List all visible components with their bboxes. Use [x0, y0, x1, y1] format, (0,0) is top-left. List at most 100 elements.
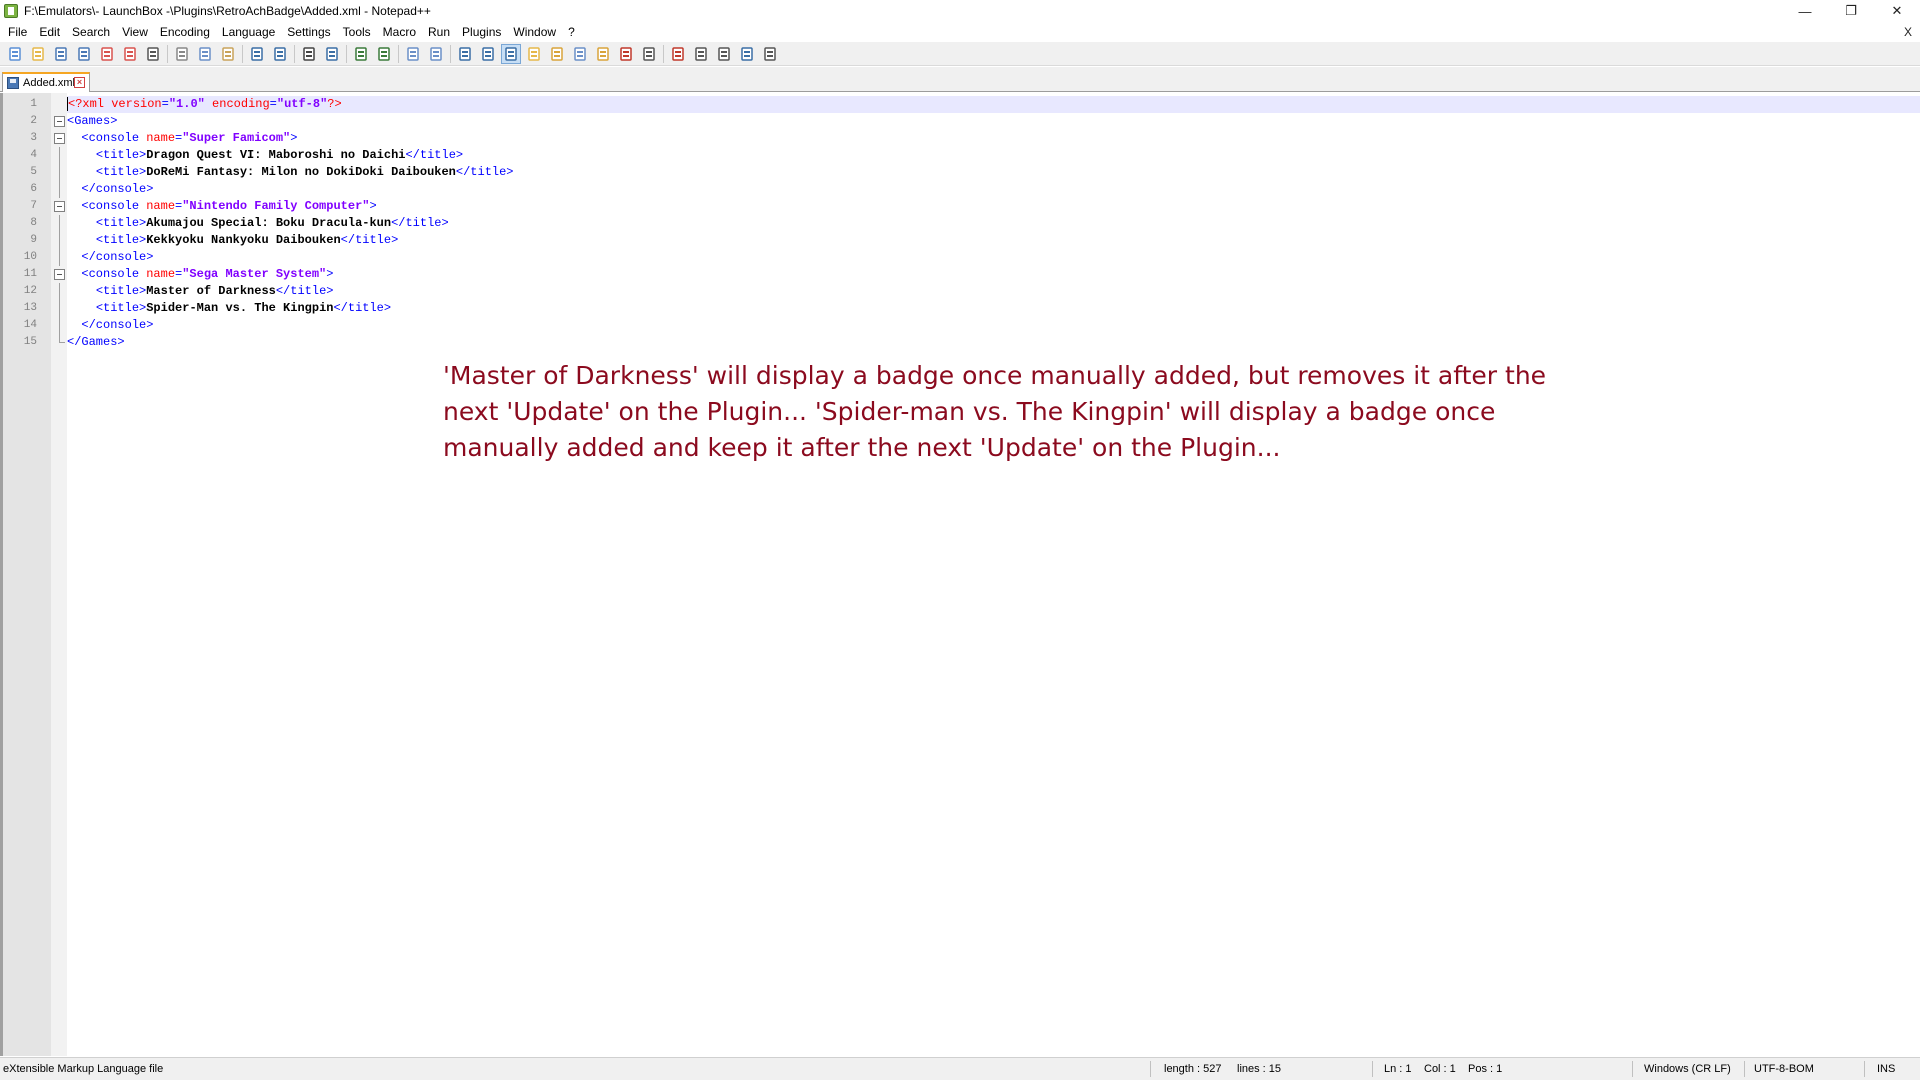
line-number: 8 — [30, 217, 37, 229]
code-token: </title> — [340, 233, 399, 247]
code-token: <title> — [95, 301, 147, 315]
menu-plugins[interactable]: Plugins — [456, 22, 507, 42]
status-lines: lines : 15 — [1237, 1063, 1282, 1075]
doc-map-icon[interactable] — [547, 44, 567, 64]
fold-toggle-icon[interactable] — [54, 269, 65, 280]
menu-tools[interactable]: Tools — [337, 22, 377, 42]
open-file-icon[interactable] — [28, 44, 48, 64]
code-line[interactable]: 2 <Games> — [30, 113, 1920, 130]
menu-file[interactable]: File — [2, 22, 33, 42]
fold-toggle-icon[interactable] — [54, 133, 65, 144]
paste-icon[interactable] — [218, 44, 238, 64]
minimize-button[interactable]: — — [1782, 0, 1828, 22]
code-line[interactable]: 9 <title>Kekkyoku Nankyoku Daibouken</ti… — [30, 232, 1920, 249]
undo-icon[interactable] — [247, 44, 267, 64]
save-icon[interactable] — [51, 44, 71, 64]
close-icon[interactable] — [97, 44, 117, 64]
code-line[interactable]: 15 </Games> — [24, 334, 1920, 351]
copy-icon[interactable] — [195, 44, 215, 64]
line-number: 11 — [23, 268, 37, 280]
menu-search[interactable]: Search — [66, 22, 116, 42]
close-all-icon[interactable] — [120, 44, 140, 64]
code-token: </title> — [391, 216, 449, 230]
fold-toggle-icon[interactable] — [54, 201, 65, 212]
toolbar-separator — [663, 44, 664, 63]
code-token: <title> — [95, 216, 147, 230]
folder-workspace-icon[interactable] — [593, 44, 613, 64]
code-area[interactable]: 1 <?xml version="1.0" encoding="utf-8"?> 2… — [24, 96, 1920, 351]
code-token: </Games> — [67, 335, 125, 349]
toolbar — [0, 42, 1920, 66]
fold-toggle-icon[interactable] — [54, 116, 65, 127]
play-macro-icon[interactable] — [714, 44, 734, 64]
code-line[interactable]: 11 <console name="Sega Master System"> — [24, 266, 1920, 283]
line-number: 2 — [30, 115, 37, 127]
code-token: </title> — [333, 301, 392, 315]
print-icon[interactable] — [143, 44, 163, 64]
replace-icon[interactable] — [322, 44, 342, 64]
restore-button[interactable]: ❐ — [1828, 0, 1874, 22]
menu-settings[interactable]: Settings — [281, 22, 336, 42]
menu-macro[interactable]: Macro — [377, 22, 422, 42]
toolbar-separator — [167, 44, 168, 63]
code-line[interactable]: 8 <title>Akumajou Special: Boku Dracula-… — [30, 215, 1920, 232]
close-window-button[interactable]: ✕ — [1874, 0, 1920, 22]
tab-added-xml[interactable]: Added.xml × — [2, 72, 90, 92]
code-line[interactable]: 13 <title>Spider-Man vs. The Kingpin</ti… — [24, 300, 1920, 317]
code-line[interactable]: 3 <console name="Super Famicom"> — [30, 130, 1920, 147]
status-eol[interactable]: Windows (CR LF) — [1644, 1063, 1731, 1075]
menu-language[interactable]: Language — [216, 22, 281, 42]
indent-guide-icon[interactable] — [501, 43, 521, 64]
code-token: <title> — [95, 148, 147, 162]
code-line[interactable]: 7 <console name="Nintendo Family Compute… — [30, 198, 1920, 215]
line-number: 15 — [23, 336, 37, 348]
monitoring-icon[interactable] — [616, 44, 636, 64]
record-macro-icon[interactable] — [668, 44, 688, 64]
status-encoding[interactable]: UTF-8-BOM — [1754, 1063, 1814, 1075]
zoom-in-icon[interactable] — [351, 44, 371, 64]
menu-view[interactable]: View — [116, 22, 154, 42]
new-file-icon[interactable] — [5, 44, 25, 64]
run-macro-multiple-icon[interactable] — [737, 44, 757, 64]
word-wrap-icon[interactable] — [455, 44, 475, 64]
code-line[interactable]: 12 <title>Master of Darkness</title> — [24, 283, 1920, 300]
code-line[interactable]: 1 <?xml version="1.0" encoding="utf-8"?> — [30, 96, 1920, 113]
menu-run[interactable]: Run — [422, 22, 456, 42]
find-icon[interactable] — [299, 44, 319, 64]
editor-pane[interactable]: 1 <?xml version="1.0" encoding="utf-8"?> 2… — [0, 93, 1920, 1056]
fold-guide — [59, 283, 60, 300]
redo-icon[interactable] — [270, 44, 290, 64]
fold-end-guide — [59, 334, 65, 343]
code-line[interactable]: 4 <title>Dragon Quest VI: Maboroshi no D… — [30, 147, 1920, 164]
menu-help[interactable]: ? — [562, 22, 581, 42]
zoom-out-icon[interactable] — [374, 44, 394, 64]
show-all-chars-icon[interactable] — [478, 44, 498, 64]
status-insert-mode[interactable]: INS — [1877, 1063, 1895, 1075]
cut-icon[interactable] — [172, 44, 192, 64]
tab-close-icon[interactable]: × — [74, 77, 85, 88]
save-macro-icon[interactable] — [760, 44, 780, 64]
save-all-icon[interactable] — [74, 44, 94, 64]
code-token: "Super Famicom" — [182, 131, 291, 145]
code-line[interactable]: 5 <title>DoReMi Fantasy: Milon no DokiDo… — [30, 164, 1920, 181]
sync-horizontal-icon[interactable] — [426, 44, 446, 64]
close-document-button[interactable]: X — [1904, 22, 1912, 42]
language-icon[interactable] — [524, 44, 544, 64]
line-number: 6 — [30, 183, 37, 195]
function-list-icon[interactable] — [570, 44, 590, 64]
menu-window[interactable]: Window — [507, 22, 562, 42]
menu-encoding[interactable]: Encoding — [154, 22, 216, 42]
preview-icon[interactable] — [639, 44, 659, 64]
line-number: 9 — [30, 234, 37, 246]
menu-edit[interactable]: Edit — [33, 22, 66, 42]
sync-vertical-icon[interactable] — [403, 44, 423, 64]
code-line[interactable]: 14 </console> — [24, 317, 1920, 334]
code-line[interactable]: 6 </console> — [30, 181, 1920, 198]
stop-macro-icon[interactable] — [691, 44, 711, 64]
line-number: 10 — [23, 251, 37, 263]
code-line[interactable]: 10 </console> — [24, 249, 1920, 266]
